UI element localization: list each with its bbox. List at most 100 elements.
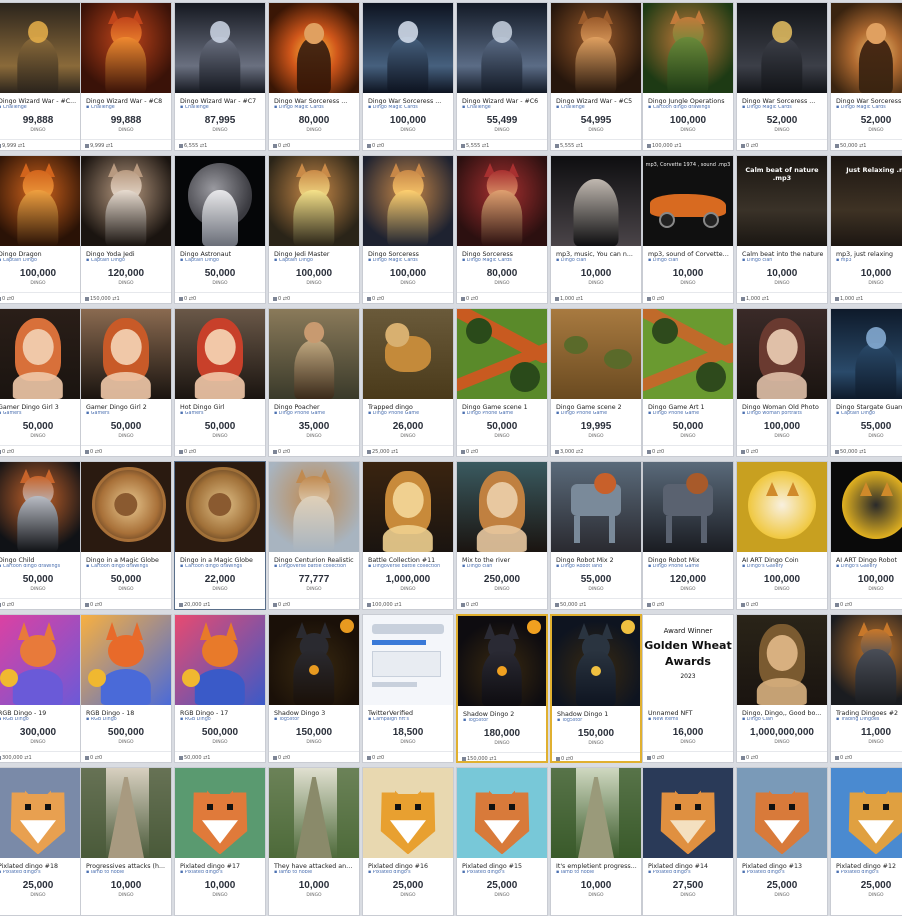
nft-card[interactable]: Mix to the river ▪ Dingo clan 250,000 DI… xyxy=(456,461,548,610)
nft-thumbnail[interactable] xyxy=(269,462,359,552)
collection-link[interactable]: ▪ Dingo Phone Game xyxy=(462,411,544,416)
nft-title[interactable]: Dingo Game Art 1 xyxy=(648,404,730,411)
collection-link[interactable]: ▪ RGB Dingo xyxy=(180,717,262,722)
nft-title[interactable]: Dingo Wizard War - #C8 xyxy=(86,98,168,105)
nft-card[interactable]: RGB Dingo - 19 ▪ RGB Dingo 300,000 DINGO… xyxy=(0,614,84,763)
nft-card[interactable]: Progressives attacks (h... ▪ Iamb to nob… xyxy=(80,767,172,916)
nft-title[interactable]: Battle Collection #11 xyxy=(368,557,450,564)
nft-title[interactable]: RGB Dingo - 19 xyxy=(0,710,80,717)
nft-card[interactable]: Dingo Yoda Jedi ▪ Captain Dingo 120,000 … xyxy=(80,155,172,304)
nft-thumbnail[interactable] xyxy=(175,462,265,552)
nft-title[interactable]: Dingo, Dingo,, Good bo... xyxy=(742,710,824,717)
nft-thumbnail[interactable] xyxy=(81,309,171,399)
nft-thumbnail[interactable]: mp3, Corvette 1974 , sound .mp3 xyxy=(643,156,733,246)
nft-card[interactable]: Dingo, Dingo,, Good bo... ▪ Dingo Clan 1… xyxy=(736,614,828,763)
nft-card[interactable]: Shadow Dingo 2 ▪ Tog5stor 180,000 DINGO … xyxy=(456,614,548,763)
nft-title[interactable]: Dingo War Sorceress ... xyxy=(274,98,356,105)
nft-thumbnail[interactable] xyxy=(737,768,827,858)
nft-thumbnail[interactable] xyxy=(81,615,171,705)
nft-thumbnail[interactable] xyxy=(643,462,733,552)
collection-link[interactable]: ▪ Dingo Magic Cards xyxy=(368,105,450,110)
collection-link[interactable]: ▪ Challenge xyxy=(462,105,544,110)
nft-card[interactable]: Dingo Wizard War - #C... ▪ Challenge 99,… xyxy=(0,2,84,151)
nft-title[interactable]: Progressives attacks (h... xyxy=(86,863,168,870)
nft-card[interactable]: Dingo Astronaut ▪ Captain Dingo 50,000 D… xyxy=(174,155,266,304)
nft-card[interactable]: Pixlated dingo #12 ▪ Pixlated dingo's 25… xyxy=(830,767,902,916)
collection-link[interactable]: ▪ Dingoverse battle collection xyxy=(368,564,450,569)
collection-link[interactable]: ▪ Cartoon dingo drawings xyxy=(86,564,168,569)
nft-thumbnail[interactable] xyxy=(363,309,453,399)
nft-thumbnail[interactable] xyxy=(81,462,171,552)
nft-card[interactable]: Dingo Centurion Realistic ▪ Dingoverse b… xyxy=(268,461,360,610)
nft-title[interactable]: mp3, music, You can n... xyxy=(556,251,638,258)
nft-thumbnail[interactable] xyxy=(0,156,83,246)
nft-title[interactable]: Dingo Jedi Master xyxy=(274,251,356,258)
nft-thumbnail[interactable] xyxy=(457,768,547,858)
collection-link[interactable]: ▪ Dingo's Gallery xyxy=(836,564,902,569)
collection-link[interactable]: ▪ Dingo Clan xyxy=(742,717,824,722)
collection-link[interactable]: ▪ Pixlated dingo's xyxy=(180,870,262,875)
nft-title[interactable]: Dingo Wizard War - #C5 xyxy=(556,98,638,105)
nft-card[interactable]: Dingo Woman Old Photo ▪ Dingo woman port… xyxy=(736,308,828,457)
nft-title[interactable]: Dingo Woman Old Photo xyxy=(742,404,824,411)
nft-card[interactable]: Dingo War Sorceress ... ▪ Dingo Magic Ca… xyxy=(736,2,828,151)
collection-link[interactable]: ▪ Dingo Robot land xyxy=(556,564,638,569)
nft-card[interactable]: AI ART Dingo Coin ▪ Dingo's Gallery 100,… xyxy=(736,461,828,610)
nft-title[interactable]: Gamer Dingo Girl 3 xyxy=(0,404,80,411)
nft-title[interactable]: Dingo Astronaut xyxy=(180,251,262,258)
nft-card[interactable]: Dingo War Sorceress ▪ Dingo Magic Cards … xyxy=(830,2,902,151)
nft-title[interactable]: Dingo Jungle Operations xyxy=(648,98,730,105)
nft-title[interactable]: Dingo Wizard War - #C7 xyxy=(180,98,262,105)
nft-title[interactable]: Dingo Sorceress xyxy=(462,251,544,258)
nft-card[interactable]: Dingo Wizard War - #C8 ▪ Challenge 99,88… xyxy=(80,2,172,151)
collection-link[interactable]: ▪ Dingo clan xyxy=(556,258,638,263)
nft-title[interactable]: Dingo War Sorceress ... xyxy=(742,98,824,105)
nft-title[interactable]: RGB Dingo - 18 xyxy=(86,710,168,717)
nft-thumbnail[interactable] xyxy=(363,3,453,93)
nft-thumbnail[interactable] xyxy=(551,309,641,399)
nft-title[interactable]: Dingo in a Magic Globe xyxy=(180,557,262,564)
nft-card[interactable]: Dingo Robot Mix 2 ▪ Dingo Robot land 55,… xyxy=(550,461,642,610)
nft-card[interactable]: RGB Dingo - 17 ▪ RGB Dingo 500,000 DINGO… xyxy=(174,614,266,763)
collection-link[interactable]: ▪ Dingo clan xyxy=(742,258,824,263)
nft-thumbnail[interactable] xyxy=(737,615,827,705)
nft-title[interactable]: Dingo Wizard War - #C... xyxy=(0,98,80,105)
nft-thumbnail[interactable] xyxy=(269,156,359,246)
nft-thumbnail[interactable] xyxy=(363,768,453,858)
nft-card[interactable]: Dingo Wizard War - #C6 ▪ Challenge 55,49… xyxy=(456,2,548,151)
collection-link[interactable]: ▪ Iamb to noble xyxy=(86,870,168,875)
nft-title[interactable]: Dingo in a Magic Globe xyxy=(86,557,168,564)
collection-link[interactable]: ▪ Dingo Magic Cards xyxy=(742,105,824,110)
nft-card[interactable]: Dingo Game scene 2 ▪ Dingo Phone Game 19… xyxy=(550,308,642,457)
nft-card[interactable]: Gamer Dingo Girl 3 ▪ Gamers 50,000 DINGO… xyxy=(0,308,84,457)
nft-thumbnail[interactable] xyxy=(457,462,547,552)
nft-title[interactable]: AI ART Dingo Robot xyxy=(836,557,902,564)
nft-thumbnail[interactable] xyxy=(175,615,265,705)
nft-card[interactable]: Dingo Sorceress ▪ Dingo Magic Cards 80,0… xyxy=(456,155,548,304)
nft-card[interactable]: Dingo Jedi Master ▪ Captain Dingo 100,00… xyxy=(268,155,360,304)
collection-link[interactable]: ▪ Dingo Magic Cards xyxy=(836,105,902,110)
collection-link[interactable]: ▪ Tog5stor xyxy=(274,717,356,722)
collection-link[interactable]: ▪ Pixlated dingo's xyxy=(368,870,450,875)
nft-title[interactable]: Dingo Game scene 2 xyxy=(556,404,638,411)
nft-card[interactable]: Dingo in a Magic Globe ▪ Cartoon dingo d… xyxy=(80,461,172,610)
nft-thumbnail[interactable] xyxy=(0,768,83,858)
nft-card[interactable]: Pixlated dingo #18 ▪ Pixlated dingo's 25… xyxy=(0,767,84,916)
collection-link[interactable]: ▪ Pixlated dingo's xyxy=(836,870,902,875)
nft-card[interactable]: Pixlated dingo #13 ▪ Pixlated dingo's 25… xyxy=(736,767,828,916)
nft-thumbnail[interactable] xyxy=(269,309,359,399)
nft-thumbnail[interactable] xyxy=(831,462,902,552)
collection-link[interactable]: ▪ Gamers xyxy=(180,411,262,416)
collection-link[interactable]: ▪ Trading Dingoes xyxy=(836,717,902,722)
nft-thumbnail[interactable]: Calm beat of nature .mp3 xyxy=(737,156,827,246)
collection-link[interactable]: ▪ Pixlated dingo's xyxy=(0,870,80,875)
nft-thumbnail[interactable] xyxy=(175,156,265,246)
nft-thumbnail[interactable] xyxy=(363,615,453,705)
nft-card[interactable]: Dingo Game Art 1 ▪ Dingo Phone Game 50,0… xyxy=(642,308,734,457)
nft-title[interactable]: Trading Dingoes #2 xyxy=(836,710,902,717)
nft-thumbnail[interactable] xyxy=(175,309,265,399)
nft-title[interactable]: Trapped dingo xyxy=(368,404,450,411)
collection-link[interactable]: ▪ Dingoverse battle collection xyxy=(274,564,356,569)
nft-thumbnail[interactable] xyxy=(175,3,265,93)
nft-card[interactable]: Calm beat of nature .mp3 Calm beat into … xyxy=(736,155,828,304)
